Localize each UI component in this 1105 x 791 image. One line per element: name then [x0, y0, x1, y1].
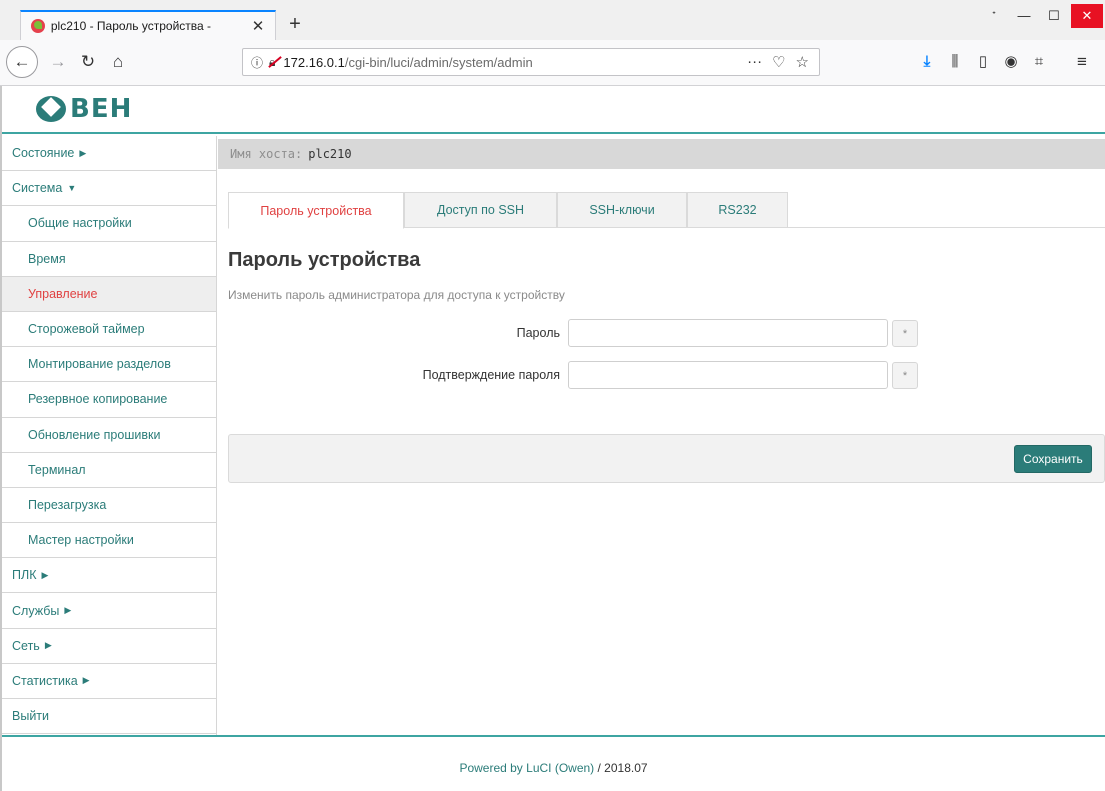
- sidebar-item-system[interactable]: Система ▼: [2, 171, 216, 207]
- hostname-value: plc210: [308, 147, 352, 161]
- caret-right-icon: ▶: [41, 569, 49, 580]
- sidebar-item-network[interactable]: Сеть ▶: [2, 629, 216, 664]
- hostname-label: Имя хоста:: [230, 147, 303, 161]
- confirm-password-label: Подтверждение пароля: [422, 368, 560, 382]
- page: ВЕН Состояние ▶ Система ▼ Общие настройки …: [0, 86, 1105, 791]
- confirm-password-row: Подтверждение пароля *: [218, 361, 1105, 389]
- tab-device-password[interactable]: Пароль устройства: [228, 192, 404, 229]
- favicon-icon: [31, 19, 45, 33]
- sidebar-item-label: Статистика: [12, 673, 78, 688]
- account-icon[interactable]: ◉: [999, 50, 1023, 74]
- window-system-button[interactable]: ᐩ: [980, 4, 1008, 28]
- new-tab-button[interactable]: +: [282, 12, 308, 38]
- sidebar-item-mount-points[interactable]: Монтирование разделов: [2, 347, 216, 383]
- section-title: Пароль устройства: [228, 249, 421, 271]
- reveal-password-button[interactable]: *: [892, 320, 918, 347]
- section-description: Изменить пароль администратора для досту…: [228, 288, 565, 302]
- more-icon[interactable]: ···: [747, 53, 762, 71]
- window-maximize-button[interactable]: ☐: [1040, 4, 1068, 28]
- tab-close-icon[interactable]: ✕: [249, 17, 267, 35]
- password-row: Пароль *: [218, 319, 1105, 347]
- tab-bar: Пароль устройства Доступ по SSH SSH-ключ…: [228, 192, 1105, 229]
- hostname-bar: Имя хоста: plc210: [218, 139, 1105, 169]
- insecure-lock-icon[interactable]: 🔒︎: [269, 55, 275, 70]
- pocket-icon[interactable]: ♡: [772, 53, 785, 71]
- caret-down-icon: ▼: [67, 183, 77, 194]
- sidebar-item-general-settings[interactable]: Общие настройки: [2, 206, 216, 242]
- brand-logo[interactable]: ВЕН: [36, 96, 132, 122]
- sidebar-item-services[interactable]: Службы ▶: [2, 593, 216, 629]
- sidebar-item-status[interactable]: Состояние ▶: [2, 136, 216, 172]
- window-minimize-button[interactable]: —: [1010, 4, 1038, 28]
- reveal-confirm-password-button[interactable]: *: [892, 362, 918, 389]
- sidebar-item-reboot[interactable]: Перезагрузка: [2, 487, 216, 524]
- caret-right-icon: ▶: [79, 147, 87, 158]
- browser-titlebar: plc210 - Пароль устройства - ✕ + ᐩ — ☐ ✕: [0, 0, 1105, 40]
- download-icon[interactable]: ⤓: [915, 50, 939, 74]
- save-button[interactable]: Сохранить: [1014, 445, 1092, 473]
- logo-text: ВЕН: [70, 94, 133, 124]
- logo-mark-icon: [36, 96, 66, 122]
- sidebar-menu: Состояние ▶ Система ▼ Общие настройки Врем…: [2, 136, 217, 735]
- star-icon[interactable]: ☆: [796, 53, 809, 71]
- browser-navbar: ← → ↻ ⌂ ⓘ 🔒︎ 172.16.0.1/cgi-bin/luci/adm…: [0, 40, 1105, 86]
- caret-right-icon: ▶: [44, 640, 52, 651]
- sidebar-item-plc[interactable]: ПЛК ▶: [2, 558, 216, 594]
- url-path: /cgi-bin/luci/admin/system/admin: [344, 54, 533, 70]
- sidebar-item-firmware-update[interactable]: Обновление прошивки: [2, 417, 216, 453]
- caret-right-icon: ▶: [64, 605, 72, 616]
- sidebar-icon[interactable]: ▯: [971, 50, 995, 74]
- sidebar-item-administration[interactable]: Управление: [2, 276, 216, 312]
- reload-icon[interactable]: ↻: [74, 48, 102, 76]
- window-close-button[interactable]: ✕: [1071, 4, 1103, 28]
- header: ВЕН: [2, 86, 1105, 134]
- sidebar-item-label: Состояние: [12, 146, 75, 161]
- info-icon[interactable]: ⓘ: [251, 54, 263, 71]
- forward-arrow-icon[interactable]: →: [44, 48, 72, 76]
- password-label: Пароль: [516, 326, 560, 340]
- browser-tab[interactable]: plc210 - Пароль устройства - ✕: [20, 10, 276, 40]
- screenshot-icon[interactable]: ⌗: [1027, 50, 1051, 74]
- sidebar-item-logout[interactable]: Выйти: [2, 699, 216, 735]
- main-content: Имя хоста: plc210 Пароль устройства Дост…: [218, 136, 1105, 735]
- sidebar-item-statistics[interactable]: Статистика ▶: [2, 664, 216, 699]
- footer-version: / 2018.07: [594, 761, 648, 775]
- sidebar-item-backup[interactable]: Резервное копирование: [2, 382, 216, 418]
- footer: Powered by LuCI (Owen) / 2018.07: [2, 735, 1105, 791]
- powered-by-link[interactable]: Powered by LuCI (Owen): [459, 761, 594, 775]
- hamburger-menu-icon[interactable]: ≡: [1070, 50, 1094, 74]
- tab-ssh-keys[interactable]: SSH-ключи: [557, 192, 687, 228]
- url-host: 172.16.0.1: [283, 54, 345, 70]
- confirm-password-field[interactable]: [568, 361, 888, 389]
- form-actions-bar: Сохранить: [228, 434, 1105, 483]
- sidebar-item-label: Сеть: [12, 638, 40, 653]
- sidebar-item-label: Службы: [12, 603, 60, 618]
- sidebar-item-terminal[interactable]: Терминал: [2, 452, 216, 488]
- library-icon[interactable]: ⫼: [943, 50, 967, 74]
- url-bar[interactable]: ⓘ 🔒︎ 172.16.0.1/cgi-bin/luci/admin/syste…: [242, 48, 820, 76]
- sidebar-item-setup-wizard[interactable]: Мастер настройки: [2, 523, 216, 559]
- tab-rs232[interactable]: RS232: [687, 192, 788, 228]
- tab-ssh-access[interactable]: Доступ по SSH: [404, 192, 557, 228]
- home-icon[interactable]: ⌂: [104, 48, 132, 76]
- sidebar-item-label: ПЛК: [12, 568, 37, 583]
- sidebar-item-time[interactable]: Время: [2, 241, 216, 277]
- password-field[interactable]: [568, 319, 888, 347]
- sidebar-item-label: Система: [12, 181, 63, 196]
- back-arrow-icon[interactable]: ←: [6, 46, 38, 78]
- caret-right-icon: ▶: [82, 675, 90, 686]
- sidebar-item-watchdog[interactable]: Сторожевой таймер: [2, 311, 216, 348]
- tab-title: plc210 - Пароль устройства -: [50, 19, 212, 33]
